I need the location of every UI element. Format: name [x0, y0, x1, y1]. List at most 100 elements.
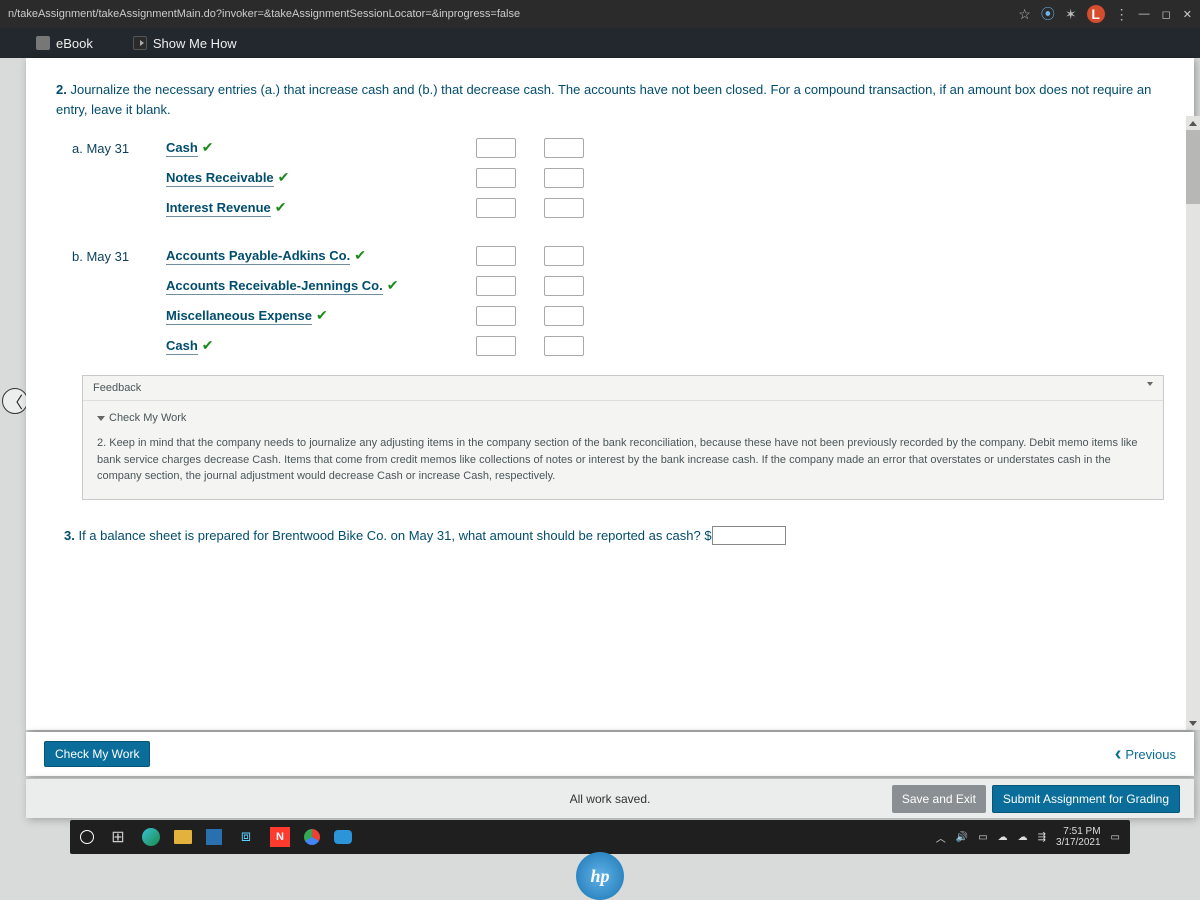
check-icon: ✔: [275, 199, 287, 215]
journal-row-a1: a. May 31 Cash✔: [56, 133, 1164, 163]
date-b: b. May 31: [56, 249, 166, 264]
account-ap-adkins[interactable]: Accounts Payable-Adkins Co.: [166, 248, 350, 265]
feedback-panel: Feedback Check My Work 2. Keep in mind t…: [82, 375, 1164, 500]
check-my-work-button[interactable]: Check My Work: [44, 741, 150, 767]
cash-amount-input[interactable]: [712, 526, 786, 545]
account-cash-credit[interactable]: Cash: [166, 338, 198, 355]
scroll-down-icon[interactable]: [1186, 716, 1200, 730]
q3-text: If a balance sheet is prepared for Brent…: [78, 528, 700, 543]
date-a: a. May 31: [56, 141, 166, 156]
account-interest-revenue[interactable]: Interest Revenue: [166, 200, 271, 217]
translate-icon[interactable]: ⦿: [1041, 4, 1055, 24]
account-notes-receivable[interactable]: Notes Receivable: [166, 170, 274, 187]
maximize-icon[interactable]: ◻: [1162, 8, 1171, 21]
ebook-label: eBook: [56, 36, 93, 51]
workspace: 〈 2. Journalize the necessary entries (a…: [0, 58, 1200, 900]
check-icon: ✔: [387, 277, 399, 293]
address-bar[interactable]: n/takeAssignment/takeAssignmentMain.do?i…: [8, 8, 1018, 20]
account-misc-expense[interactable]: Miscellaneous Expense: [166, 308, 312, 325]
cloud-icon[interactable]: [334, 830, 352, 844]
q3-number: 3.: [64, 528, 75, 543]
debit-field[interactable]: [476, 168, 516, 188]
journal-row-b3: Miscellaneous Expense✔: [56, 301, 1164, 331]
collapse-icon[interactable]: [1147, 382, 1153, 386]
minimize-icon[interactable]: —: [1139, 8, 1150, 21]
scroll-up-icon[interactable]: [1186, 116, 1200, 130]
show-me-how-label: Show Me How: [153, 36, 237, 51]
q2-text: 2. Journalize the necessary entries (a.)…: [56, 80, 1164, 119]
save-status: All work saved.: [570, 792, 651, 806]
store-icon[interactable]: [206, 829, 222, 845]
debit-field[interactable]: [476, 138, 516, 158]
ebook-link[interactable]: eBook: [36, 36, 93, 51]
assignment-toolbar: eBook Show Me How: [0, 28, 1200, 58]
credit-field[interactable]: [544, 168, 584, 188]
onedrive-icon[interactable]: ☁: [1018, 832, 1028, 843]
credit-field[interactable]: [544, 138, 584, 158]
check-icon: ✔: [278, 169, 290, 185]
video-icon: [133, 36, 147, 50]
hp-logo: hp: [576, 852, 624, 900]
credit-field[interactable]: [544, 198, 584, 218]
extension-icon[interactable]: ✶: [1065, 6, 1077, 23]
profile-avatar[interactable]: L: [1087, 5, 1105, 23]
check-icon: ✔: [202, 337, 214, 353]
browser-chrome: n/takeAssignment/takeAssignmentMain.do?i…: [0, 0, 1200, 28]
chevron-down-icon: [97, 416, 105, 421]
submit-assignment-button[interactable]: Submit Assignment for Grading: [992, 785, 1180, 813]
check-icon: ✔: [202, 139, 214, 155]
debit-field[interactable]: [476, 336, 516, 356]
notifications-icon[interactable]: ▭: [1111, 832, 1120, 843]
feedback-cmw-toggle[interactable]: Check My Work: [97, 411, 186, 427]
debit-field[interactable]: [476, 276, 516, 296]
task-view-icon[interactable]: ⊞: [108, 827, 128, 847]
notion-icon[interactable]: N: [270, 827, 290, 847]
close-icon[interactable]: ✕: [1183, 8, 1192, 21]
scrollbar[interactable]: [1186, 116, 1200, 730]
previous-button[interactable]: ‹ Previous: [1115, 743, 1176, 766]
edge-icon[interactable]: [142, 828, 160, 846]
credit-field[interactable]: [544, 336, 584, 356]
journal-row-b1: b. May 31 Accounts Payable-Adkins Co.✔: [56, 241, 1164, 271]
wifi-icon[interactable]: ⇶: [1038, 832, 1046, 843]
save-and-exit-button[interactable]: Save and Exit: [892, 785, 986, 813]
star-icon[interactable]: ☆: [1018, 6, 1031, 23]
credit-field[interactable]: [544, 276, 584, 296]
volume-icon[interactable]: 🔊: [956, 832, 968, 843]
currency-symbol: $: [704, 528, 711, 543]
check-icon: ✔: [354, 247, 366, 263]
account-cash[interactable]: Cash: [166, 140, 198, 157]
save-bar: All work saved. Save and Exit Submit Ass…: [26, 778, 1194, 818]
journal-row-a2: Notes Receivable✔: [56, 163, 1164, 193]
search-icon[interactable]: [80, 830, 94, 844]
dropbox-icon[interactable]: ⧈: [236, 827, 256, 847]
show-me-how-link[interactable]: Show Me How: [133, 36, 237, 51]
credit-field[interactable]: [544, 306, 584, 326]
system-clock[interactable]: 7:51 PM 3/17/2021: [1056, 826, 1101, 848]
journal-entries: a. May 31 Cash✔ Notes Receivable✔ Intere…: [56, 133, 1164, 361]
prev-page-arrow[interactable]: 〈: [2, 388, 28, 414]
windows-taskbar: ⊞ ⧈ N ︿ 🔊 ▭ ☁ ☁ ⇶ 7:51 PM 3/17/2021 ▭: [70, 820, 1130, 854]
chevron-up-icon[interactable]: ︿: [936, 830, 946, 845]
credit-field[interactable]: [544, 246, 584, 266]
feedback-text: 2. Keep in mind that the company needs t…: [97, 435, 1149, 485]
debit-field[interactable]: [476, 198, 516, 218]
debit-field[interactable]: [476, 306, 516, 326]
feedback-title: Feedback: [93, 382, 141, 394]
journal-row-b2: Accounts Receivable-Jennings Co.✔: [56, 271, 1164, 301]
sync-icon[interactable]: ☁: [998, 832, 1008, 843]
q3-block: 3. If a balance sheet is prepared for Br…: [64, 522, 1164, 545]
menu-icon[interactable]: ⋮: [1115, 6, 1129, 23]
scroll-thumb[interactable]: [1186, 130, 1200, 204]
account-ar-jennings[interactable]: Accounts Receivable-Jennings Co.: [166, 278, 383, 295]
chrome-icon[interactable]: [304, 829, 320, 845]
file-explorer-icon[interactable]: [174, 830, 192, 844]
page-footer: Check My Work ‹ Previous: [26, 732, 1194, 776]
check-icon: ✔: [316, 307, 328, 323]
battery-icon[interactable]: ▭: [978, 832, 987, 843]
book-icon: [36, 36, 50, 50]
debit-field[interactable]: [476, 246, 516, 266]
assignment-page: 2. Journalize the necessary entries (a.)…: [26, 58, 1194, 730]
journal-row-b4: Cash✔: [56, 331, 1164, 361]
journal-row-a3: Interest Revenue✔: [56, 193, 1164, 223]
